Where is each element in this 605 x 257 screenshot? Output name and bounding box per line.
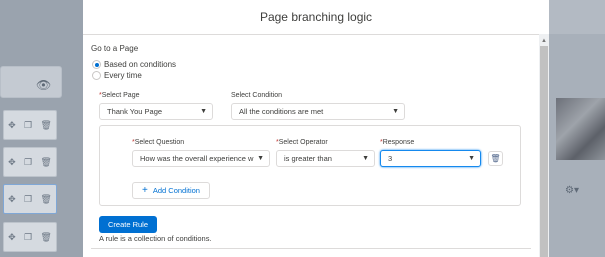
select-question-label: *Select Question: [132, 139, 185, 146]
response-label: *Response: [380, 139, 415, 146]
page-thumbnail: ✥ ❐ 🗑: [3, 110, 57, 140]
radio-based-on-conditions[interactable]: [92, 60, 101, 69]
chevron-down-icon: ▼: [362, 155, 369, 162]
select-value: All the conditions are met: [239, 107, 324, 116]
select-condition-label: Select Condition: [231, 92, 282, 99]
trash-icon: 🗑: [40, 231, 52, 242]
modal-title: Page branching logic: [259, 10, 373, 24]
select-question-dropdown[interactable]: How was the overall experience w ▼: [132, 150, 270, 167]
select-page-label: *Select Page: [99, 92, 140, 99]
scrollbar-thumb[interactable]: [540, 46, 548, 257]
move-icon: ✥: [8, 193, 16, 204]
chevron-down-icon: ▼: [257, 155, 264, 162]
radio-label: Based on conditions: [104, 60, 177, 69]
copy-icon: ❐: [24, 231, 33, 242]
plus-icon: +: [142, 185, 148, 196]
move-icon: ✥: [8, 156, 16, 167]
section-title: Go to a Page: [91, 44, 139, 53]
select-value: 3: [388, 154, 393, 163]
page-thumbnail-selected: ✥ ❐ 🗑: [3, 184, 57, 214]
response-dropdown[interactable]: 3 ▼: [380, 150, 481, 167]
trash-icon: 🗑: [490, 154, 501, 163]
select-value: How was the overall experience w: [140, 154, 254, 163]
trash-icon: 🗑: [40, 119, 52, 130]
chevron-down-icon: ▼: [468, 155, 475, 162]
trash-icon: 🗑: [40, 193, 52, 204]
helper-text: A rule is a collection of conditions.: [99, 234, 212, 243]
eye-icon: 👁: [36, 78, 52, 92]
background-image: [556, 98, 605, 160]
select-operator-label: *Select Operator: [276, 139, 328, 146]
modal-header: Page branching logic: [83, 0, 549, 35]
branching-modal: Page branching logic ▲ Go to a Page Base…: [83, 0, 549, 257]
delete-condition-button[interactable]: 🗑: [488, 151, 503, 166]
chevron-down-icon: ▼: [392, 108, 399, 115]
create-rule-button[interactable]: Create Rule: [99, 216, 158, 233]
select-condition-dropdown[interactable]: All the conditions are met ▼: [231, 103, 405, 120]
divider: [91, 248, 531, 249]
move-icon: ✥: [8, 231, 16, 242]
page-card: [0, 66, 62, 98]
copy-icon: ❐: [24, 193, 33, 204]
copy-icon: ❐: [24, 119, 33, 130]
move-icon: ✥: [8, 119, 16, 130]
gear-icon: ⚙▾: [565, 185, 579, 196]
page-thumbnail: ✥ ❐ 🗑: [3, 147, 57, 177]
chevron-down-icon: ▼: [200, 108, 207, 115]
select-operator-dropdown[interactable]: is greater than ▼: [276, 150, 375, 167]
select-value: is greater than: [284, 154, 332, 163]
select-page-dropdown[interactable]: Thank You Page ▼: [99, 103, 213, 120]
add-condition-button[interactable]: + Add Condition: [132, 182, 210, 199]
scroll-up-icon[interactable]: ▲: [541, 38, 547, 44]
trash-icon: 🗑: [40, 156, 52, 167]
copy-icon: ❐: [24, 156, 33, 167]
select-value: Thank You Page: [107, 107, 163, 116]
page-thumbnail: ✥ ❐ 🗑: [3, 222, 57, 252]
radio-label: Every time: [104, 71, 142, 80]
radio-every-time[interactable]: [92, 71, 101, 80]
